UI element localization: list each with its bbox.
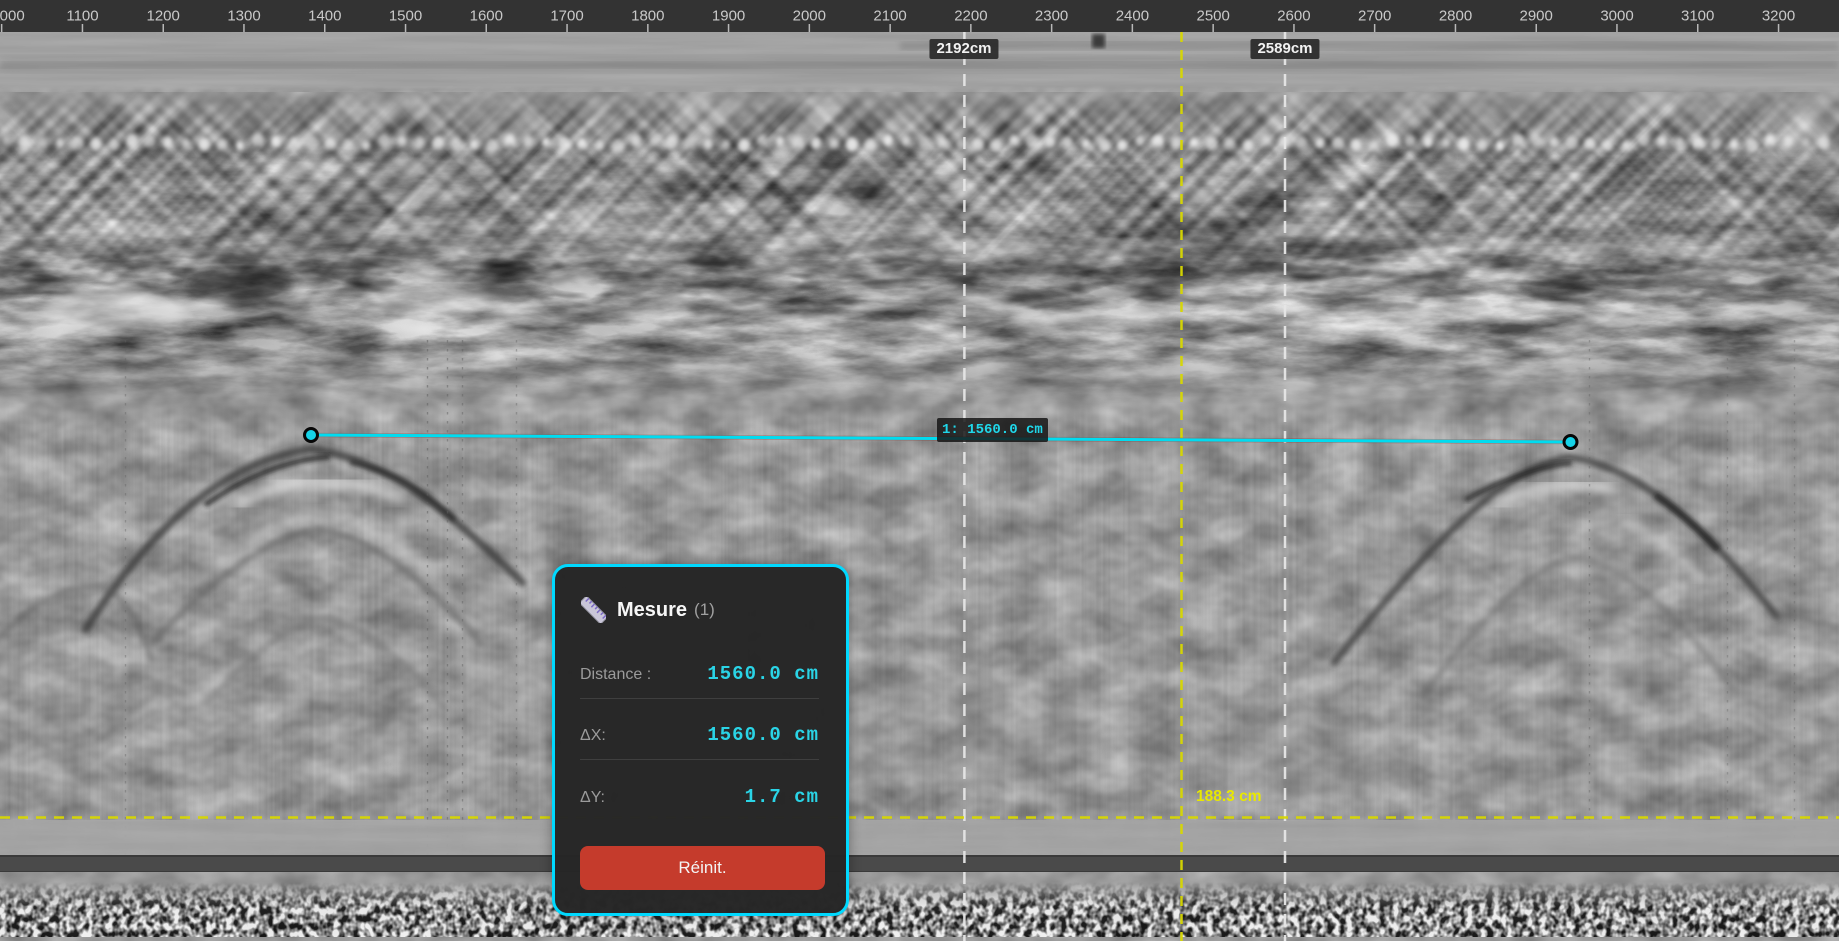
svg-text:1300: 1300 bbox=[227, 8, 260, 25]
svg-text:2000: 2000 bbox=[793, 8, 826, 25]
svg-text:1500: 1500 bbox=[389, 8, 422, 25]
svg-text:1900: 1900 bbox=[712, 8, 745, 25]
svg-text:1800: 1800 bbox=[631, 8, 664, 25]
svg-text:1700: 1700 bbox=[550, 8, 583, 25]
svg-text:2300: 2300 bbox=[1035, 8, 1068, 25]
svg-text:3100: 3100 bbox=[1681, 8, 1714, 25]
svg-text:1100: 1100 bbox=[66, 8, 98, 25]
svg-text:3000: 3000 bbox=[1600, 8, 1633, 25]
svg-text:2600: 2600 bbox=[1277, 8, 1310, 25]
svg-text:2800: 2800 bbox=[1439, 8, 1472, 25]
svg-text:1400: 1400 bbox=[308, 8, 341, 25]
svg-text:1200: 1200 bbox=[147, 8, 180, 25]
svg-text:2700: 2700 bbox=[1358, 8, 1391, 25]
svg-text:2200: 2200 bbox=[954, 8, 987, 25]
svg-text:2100: 2100 bbox=[873, 8, 906, 25]
svg-text:3200: 3200 bbox=[1762, 8, 1795, 25]
svg-text:1000: 1000 bbox=[0, 8, 25, 25]
svg-text:2900: 2900 bbox=[1520, 8, 1553, 25]
svg-text:1600: 1600 bbox=[470, 8, 503, 25]
svg-text:2500: 2500 bbox=[1197, 8, 1230, 25]
svg-text:2400: 2400 bbox=[1116, 8, 1149, 25]
